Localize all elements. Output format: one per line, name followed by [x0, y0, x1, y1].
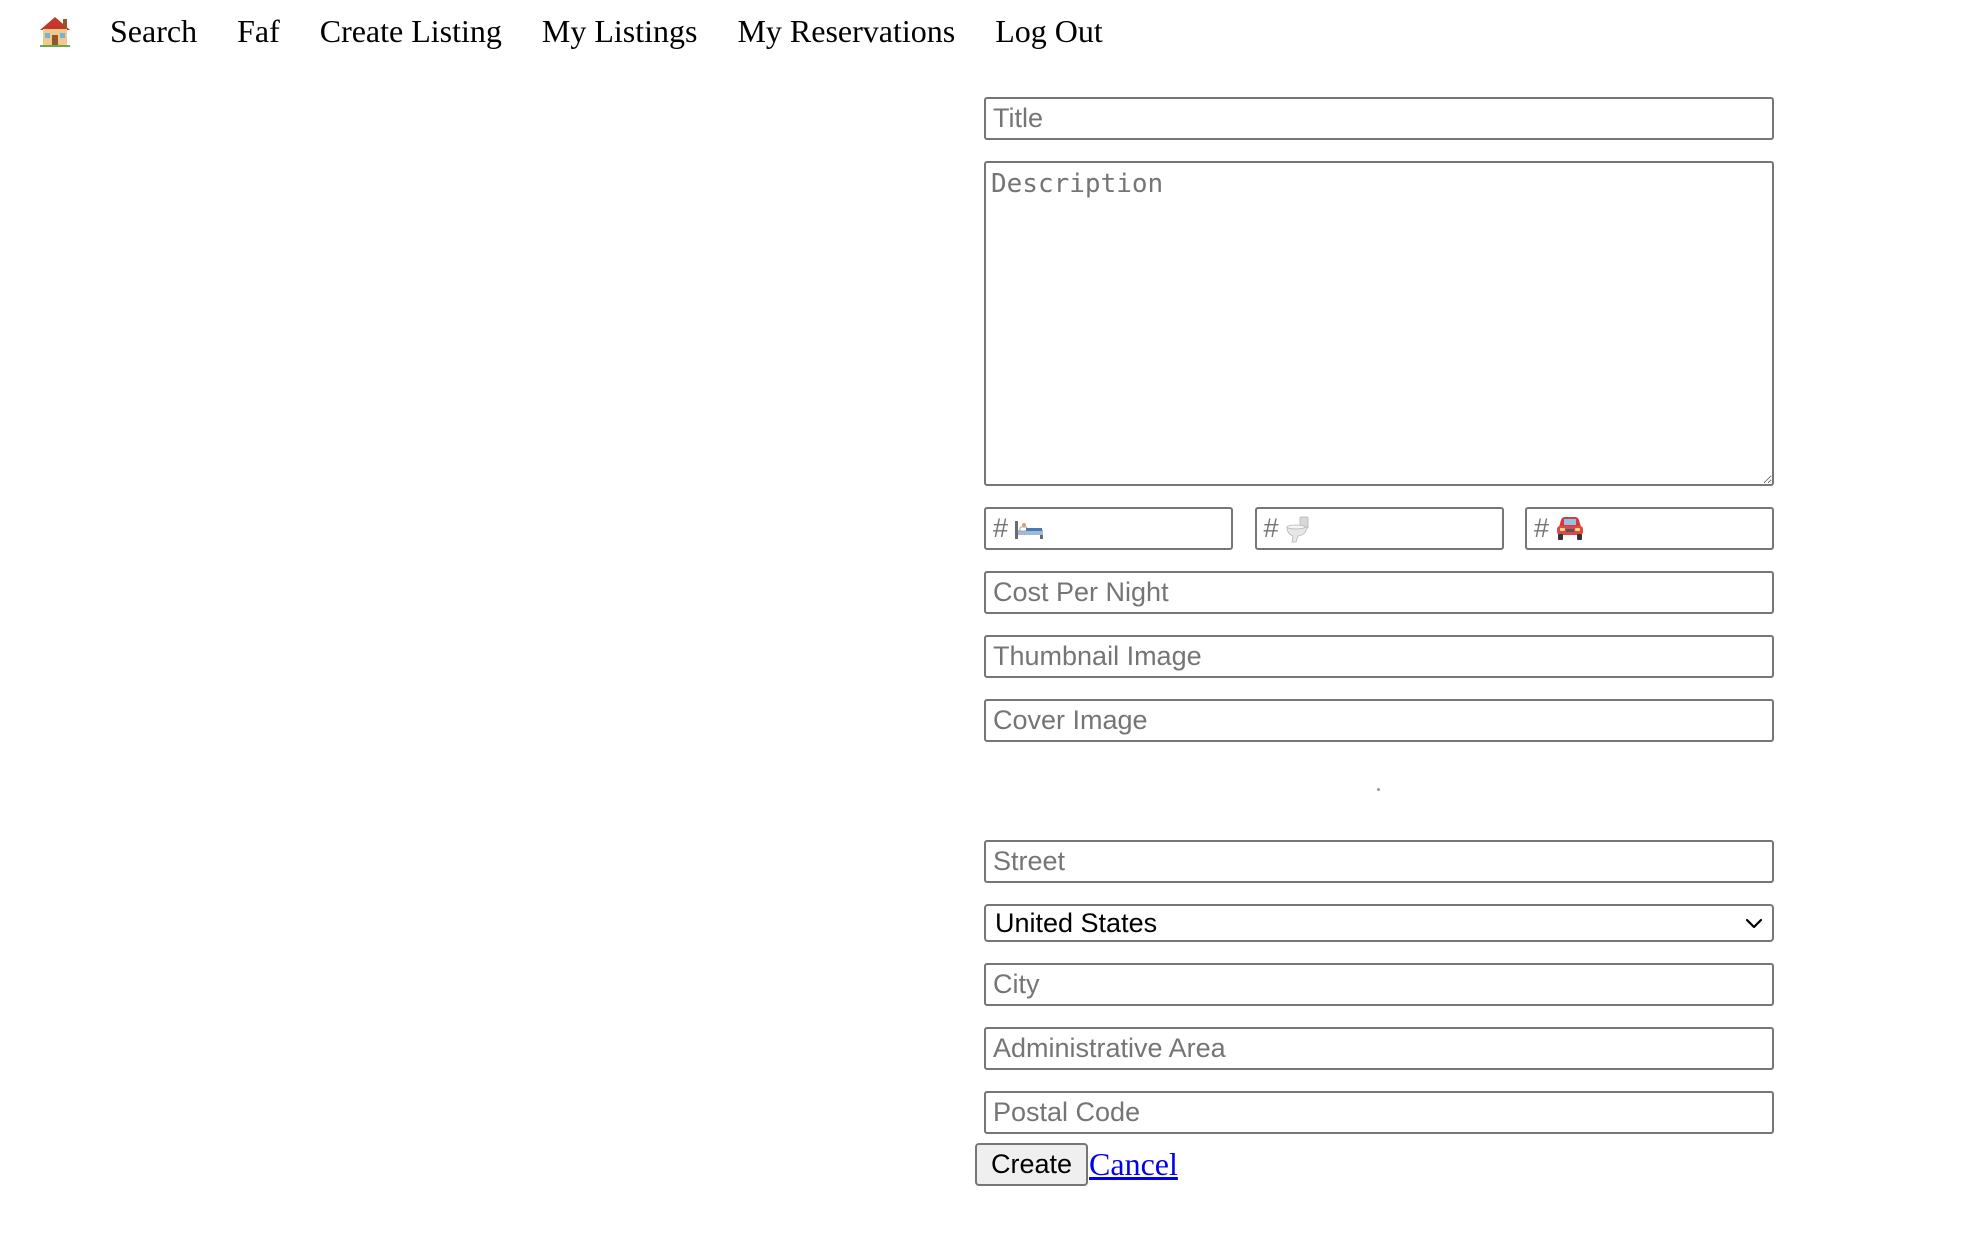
administrative-area-input[interactable] — [984, 1027, 1774, 1070]
parking-placeholder: # — [1534, 513, 1550, 543]
nav-create-listing[interactable]: Create Listing — [320, 13, 502, 50]
parking-input[interactable]: # — [1525, 507, 1774, 550]
map-loading-mark — [1376, 787, 1381, 792]
cost-per-night-input[interactable] — [984, 571, 1774, 614]
nav-log-out[interactable]: Log Out — [995, 13, 1103, 50]
street-input[interactable] — [984, 840, 1774, 883]
country-select[interactable]: United States — [984, 904, 1774, 942]
title-input[interactable] — [984, 97, 1774, 140]
city-input[interactable] — [984, 963, 1774, 1006]
country-select-wrapper: United States — [984, 904, 1774, 942]
bedrooms-input[interactable]: # — [984, 507, 1233, 550]
map-placeholder — [984, 761, 1774, 819]
bathrooms-input[interactable]: # — [1254, 507, 1504, 550]
thumbnail-image-input[interactable] — [984, 635, 1774, 678]
toilet-icon — [1286, 516, 1308, 542]
nav-search[interactable]: Search — [110, 13, 197, 50]
bathrooms-placeholder: # — [1263, 513, 1279, 543]
form-actions: Create Cancel — [975, 1143, 1765, 1186]
nav-my-listings[interactable]: My Listings — [542, 13, 698, 50]
car-icon — [1557, 516, 1584, 540]
nav-user-faf[interactable]: Faf — [237, 13, 280, 50]
create-button[interactable]: Create — [975, 1143, 1089, 1186]
bed-icon — [1015, 520, 1044, 539]
room-counts-row: # # # — [984, 507, 1774, 550]
description-textarea[interactable] — [984, 161, 1774, 486]
cancel-link[interactable]: Cancel — [1089, 1146, 1178, 1183]
house-emoji-icon[interactable] — [38, 14, 72, 48]
bedrooms-placeholder: # — [993, 513, 1009, 543]
cover-image-input[interactable] — [984, 699, 1774, 742]
top-nav: Search Faf Create Listing My Listings My… — [38, 0, 1143, 62]
create-listing-form: # # # — [975, 97, 1774, 1198]
nav-my-reservations[interactable]: My Reservations — [737, 13, 955, 50]
postal-code-input[interactable] — [984, 1091, 1774, 1134]
